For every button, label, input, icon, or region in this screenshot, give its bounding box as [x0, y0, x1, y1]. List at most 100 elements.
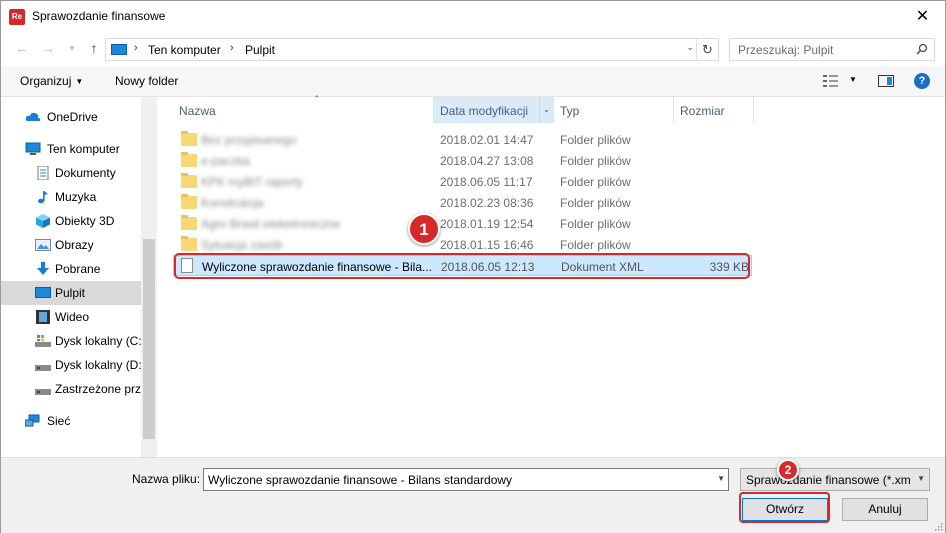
- sidebar-item-obrazy[interactable]: Obrazy: [1, 233, 141, 257]
- column-header-date[interactable]: Data modyfikacji: [434, 97, 554, 123]
- sidebar-item-dysk-c[interactable]: Dysk lokalny (C:): [1, 329, 141, 353]
- address-bar[interactable]: › Ten komputer › Pulpit ⌄ ↻: [105, 38, 719, 61]
- sidebar-item-wideo[interactable]: Wideo: [1, 305, 141, 329]
- sidebar-item-ten-komputer[interactable]: Ten komputer: [1, 137, 141, 161]
- file-date: 2018.02.01 14:47: [440, 133, 534, 147]
- search-placeholder: Przeszukaj: Pulpit: [738, 43, 834, 57]
- breadcrumb-separator-icon[interactable]: ›: [134, 42, 138, 54]
- chevron-down-icon: ▼: [75, 77, 84, 86]
- download-icon: [37, 262, 49, 275]
- documents-icon: [37, 166, 49, 180]
- step-marker-2: 2: [777, 459, 799, 481]
- column-header-type[interactable]: Typ: [554, 97, 674, 123]
- recent-locations-chevron-icon[interactable]: ▾: [63, 39, 81, 57]
- sidebar-item-label: Muzyka: [55, 190, 97, 204]
- sort-ascending-icon: ⌃: [313, 94, 321, 104]
- sidebar-item-siec[interactable]: Sieć: [1, 409, 141, 433]
- folder-row[interactable]: Sytuacja zasób 2018.01.15 16:46 Folder p…: [173, 234, 752, 255]
- back-arrow-icon[interactable]: ←: [13, 39, 31, 57]
- sidebar-item-label: Dysk lokalny (C:): [55, 334, 141, 348]
- step-marker-1: 1: [408, 213, 440, 245]
- sidebar-scrollbar[interactable]: [141, 97, 157, 457]
- sidebar-scrollbar-thumb[interactable]: [143, 239, 155, 439]
- folder-row[interactable]: Agro Brasil eleketroniczne 2018.01.19 12…: [173, 213, 752, 234]
- sidebar-item-obiekty-3d[interactable]: Obiekty 3D: [1, 209, 141, 233]
- column-header-label: Rozmiar: [680, 104, 725, 118]
- reserved-drive-icon: [35, 389, 51, 395]
- file-type-filter-value: Sprawozdanie finansowe (*.xml: [746, 473, 911, 487]
- computer-icon: [25, 142, 41, 155]
- pictures-icon: [35, 239, 51, 251]
- preview-pane-icon[interactable]: [878, 75, 894, 87]
- change-view-icon[interactable]: [823, 74, 839, 88]
- sidebar-item-onedrive[interactable]: OneDrive: [1, 105, 141, 129]
- title-bar: Re Sprawozdanie finansowe ✕: [1, 1, 945, 32]
- drive-d-icon: [35, 365, 51, 371]
- sidebar-item-label: Pobrane: [55, 262, 101, 276]
- file-date: 2018.01.15 16:46: [440, 238, 534, 252]
- folder-row[interactable]: KPK myBiT raporty 2018.06.05 11:17 Folde…: [173, 171, 752, 192]
- filename-label: Nazwa pliku:: [132, 472, 201, 486]
- folder-row[interactable]: Bez przypisanego 2018.02.01 14:47 Folder…: [173, 129, 752, 150]
- sidebar-item-muzyka[interactable]: Muzyka: [1, 185, 141, 209]
- file-date: 2018.01.19 12:54: [440, 217, 534, 231]
- column-header-label: Data modyfikacji: [440, 104, 529, 118]
- breadcrumb-ten-komputer[interactable]: Ten komputer: [148, 43, 221, 57]
- sidebar-item-zastrzezone[interactable]: Zastrzeżone przestrzenie: [1, 377, 141, 401]
- sidebar-item-label: OneDrive: [47, 110, 98, 124]
- address-history-chevron-icon[interactable]: ⌄: [686, 42, 694, 53]
- network-icon: [25, 414, 40, 427]
- refresh-icon[interactable]: ↻: [696, 39, 718, 60]
- cloud-icon: [25, 112, 41, 121]
- help-icon[interactable]: ?: [914, 73, 930, 89]
- cancel-button[interactable]: Anuluj: [842, 498, 928, 521]
- computer-icon: [111, 44, 127, 55]
- command-toolbar: Organizuj ▼ Nowy folder ▼ ?: [1, 66, 945, 97]
- close-button[interactable]: ✕: [900, 1, 945, 32]
- music-icon: [38, 191, 48, 204]
- filename-input[interactable]: Wyliczone sprawozdanie finansowe - Bilan…: [203, 468, 729, 491]
- sidebar-item-dysk-d[interactable]: Dysk lokalny (D:): [1, 353, 141, 377]
- breadcrumb-separator-icon[interactable]: ›: [230, 42, 234, 54]
- sidebar-item-label: Dokumenty: [55, 166, 116, 180]
- window-title: Sprawozdanie finansowe: [32, 9, 166, 23]
- filename-history-chevron-icon[interactable]: ▼: [717, 474, 725, 483]
- sidebar-item-label: Pulpit: [55, 286, 86, 300]
- file-type: Folder plików: [560, 175, 631, 189]
- file-type: Folder plików: [560, 217, 631, 231]
- sidebar-item-dokumenty[interactable]: Dokumenty: [1, 161, 141, 185]
- file-name: Sytuacja zasób: [201, 238, 283, 252]
- column-header-name[interactable]: Nazwa ⌃: [173, 94, 434, 123]
- sidebar-item-label: Obrazy: [55, 238, 94, 252]
- open-button-highlight: [739, 492, 830, 523]
- column-header-size[interactable]: Rozmiar: [674, 97, 754, 123]
- folder-icon: [181, 215, 197, 230]
- folder-icon: [181, 236, 197, 251]
- sidebar-item-pobrane[interactable]: Pobrane: [1, 257, 141, 281]
- resize-grip-icon[interactable]: [933, 521, 943, 531]
- folder-row[interactable]: e-paczka 2018.04.27 13:08 Folder plików: [173, 150, 752, 171]
- breadcrumb-pulpit[interactable]: Pulpit: [245, 43, 275, 57]
- sidebar-item-label: Ten komputer: [47, 142, 120, 156]
- view-options-chevron-icon[interactable]: ▼: [849, 75, 857, 84]
- file-name: Bez przypisanego: [201, 133, 297, 147]
- organize-menu-button[interactable]: Organizuj ▼: [20, 74, 83, 88]
- column-header-label: Typ: [560, 104, 580, 118]
- column-filter-chevron-icon[interactable]: ⌄: [539, 97, 553, 123]
- desktop-icon: [35, 287, 51, 298]
- app-logo-icon: Re: [9, 9, 25, 25]
- chevron-down-icon: ▼: [917, 474, 925, 483]
- column-header-label: Nazwa: [179, 104, 216, 118]
- sidebar-item-label: Zastrzeżone przestrzenie: [55, 382, 141, 396]
- forward-arrow-icon[interactable]: →: [39, 39, 57, 57]
- new-folder-button[interactable]: Nowy folder: [115, 74, 178, 88]
- search-input[interactable]: Przeszukaj: Pulpit: [729, 38, 935, 61]
- file-type-filter-select[interactable]: Sprawozdanie finansowe (*.xml ▼: [740, 468, 930, 491]
- file-open-dialog: Re Sprawozdanie finansowe ✕ ← → ▾ ↑ › Te…: [0, 0, 946, 533]
- folder-icon: [181, 131, 197, 146]
- sidebar-item-pulpit[interactable]: Pulpit: [1, 281, 141, 305]
- up-arrow-icon[interactable]: ↑: [85, 39, 103, 57]
- folder-row[interactable]: Konstrukcja 2018.02.23 08:36 Folder plik…: [173, 192, 752, 213]
- sidebar-item-label: Dysk lokalny (D:): [55, 358, 141, 372]
- search-icon[interactable]: [916, 43, 928, 55]
